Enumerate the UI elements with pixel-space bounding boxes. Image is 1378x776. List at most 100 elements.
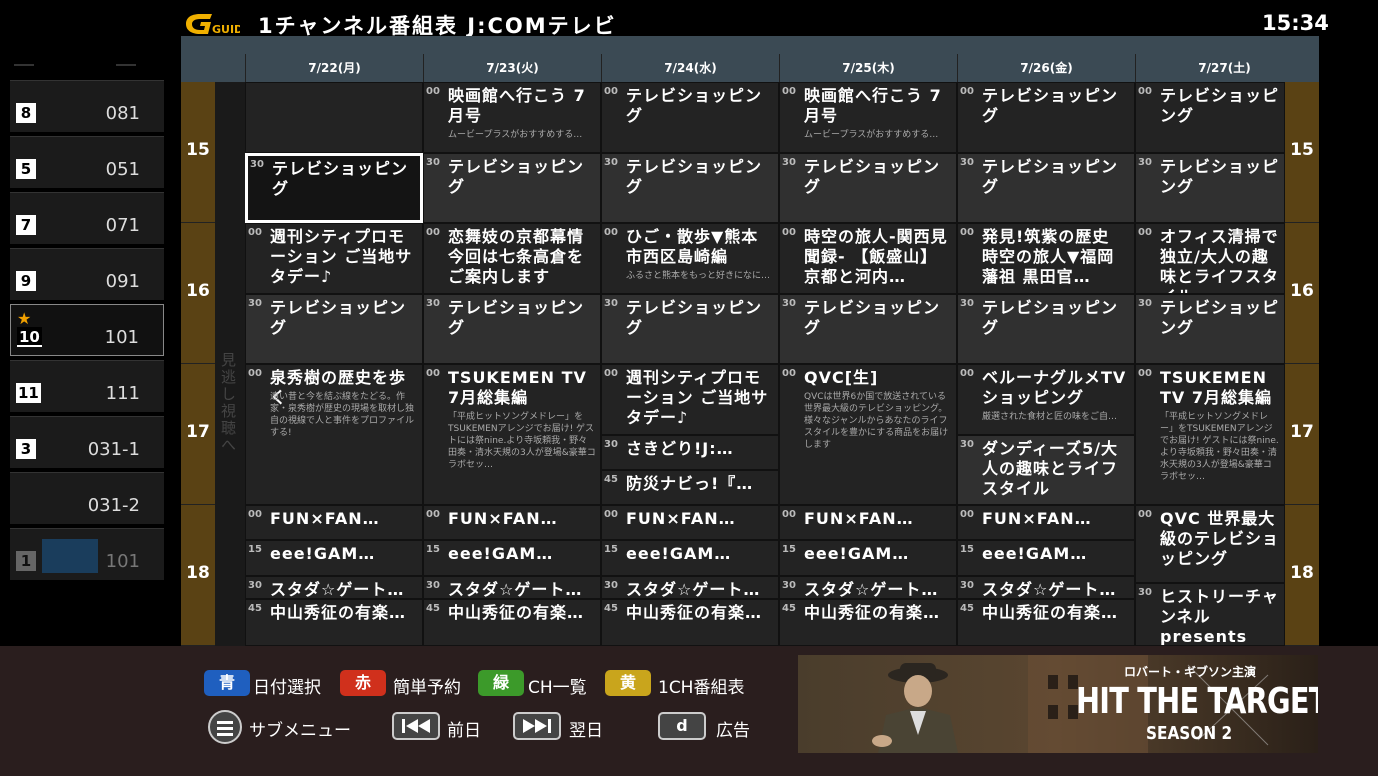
channel-row[interactable]: 11 111 (10, 360, 164, 412)
program-cell[interactable]: 30 テレビショッピング (245, 152, 423, 223)
program-cell[interactable]: 30 ヒストリーチャンネルpresents「古代の宇宙… (1135, 582, 1285, 646)
program-cell[interactable]: 00 TSUKEMEN TV 7月総集編 「平成ヒットソングメドレー」をTSUKEM… (423, 364, 601, 505)
program-cell[interactable]: 00 映画館へ行こう 7月号 ムービープラスがおすすめする… (779, 82, 957, 153)
program-cell[interactable]: 30 テレビショッピング (1135, 293, 1285, 364)
channel-row[interactable]: 1 101 (10, 528, 164, 580)
program-title: テレビショッピング (270, 297, 407, 337)
program-cell[interactable] (245, 82, 423, 153)
program-cell[interactable]: 00 恋舞妓の京都幕情 今回は七条高倉をご案内します (423, 223, 601, 294)
program-start-minute: 30 (782, 156, 796, 168)
program-start-minute: 15 (426, 544, 440, 556)
program-cell[interactable]: 45 中山秀征の有楽… (601, 599, 779, 646)
program-cell[interactable]: 30 スタダ☆ゲート… (601, 575, 779, 600)
program-cell[interactable]: 00 週刊シティプロモーション ご当地サタデー♪ (245, 223, 423, 294)
next-day-button[interactable] (513, 712, 561, 740)
date-header[interactable]: 7/27(土) (1135, 54, 1313, 82)
program-cell[interactable]: 45 中山秀征の有楽… (779, 599, 957, 646)
program-cell[interactable]: 00 テレビショッピング (957, 82, 1135, 153)
program-cell[interactable]: 30 ダンディーズ5/大人の趣味とライフスタイル (957, 434, 1135, 505)
program-description: ムービープラスがおすすめする… (804, 130, 939, 140)
program-start-minute: 00 (604, 227, 618, 238)
program-cell[interactable]: 30 スタダ☆ゲート… (779, 575, 957, 600)
program-cell[interactable]: 30 テレビショッピング (779, 152, 957, 223)
date-header[interactable]: 7/22(月) (245, 54, 423, 82)
color-key-button[interactable]: 赤 (340, 670, 386, 696)
program-start-minute: 30 (604, 156, 618, 168)
program-cell[interactable]: 45 中山秀征の有楽… (245, 599, 423, 646)
program-cell[interactable]: 30 テレビショッピング (245, 293, 423, 364)
program-cell[interactable]: 45 中山秀征の有楽… (423, 599, 601, 646)
program-cell[interactable]: 00 泉秀樹の歴史を歩く 遠い昔と今を結ぶ線をたどる。作家・泉秀樹が歴史の現場を取材… (245, 364, 423, 505)
program-cell[interactable]: 30 スタダ☆ゲート… (957, 575, 1135, 600)
channel-number: 111 (105, 383, 140, 404)
date-header[interactable]: 7/24(水) (601, 54, 779, 82)
program-cell[interactable]: 00 FUN×FAN… (601, 505, 779, 541)
channel-row[interactable]: 7 071 (10, 192, 164, 244)
program-cell[interactable]: 30 テレビショッピング (423, 152, 601, 223)
program-cell[interactable]: 30 テレビショッピング (779, 293, 957, 364)
program-cell[interactable]: 30 さきどり!J:… (601, 434, 779, 470)
program-cell[interactable]: 00 映画館へ行こう 7月号 ムービープラスがおすすめする… (423, 82, 601, 153)
d-button[interactable]: d (658, 712, 706, 740)
program-start-minute: 45 (248, 603, 262, 615)
color-key-button[interactable]: 黄 (605, 670, 651, 696)
date-header[interactable]: 7/23(火) (423, 54, 601, 82)
program-title: スタダ☆ゲート… (270, 579, 405, 599)
program-title: 発見!筑紫の歴史 時空の旅人▼福岡藩祖 黒田官… (982, 227, 1115, 286)
program-cell[interactable]: 00 ひご・散歩▼熊本市西区島崎編 ふるさと熊本をもっと好きになに… (601, 223, 779, 294)
channel-row[interactable]: 3 031-1 (10, 416, 164, 468)
program-start-minute: 00 (782, 227, 796, 238)
color-key-button[interactable]: 青 (204, 670, 250, 696)
program-cell[interactable]: 00 FUN×FAN… (779, 505, 957, 541)
channel-row[interactable]: 8 081 (10, 80, 164, 132)
program-cell[interactable]: 00 時空の旅人-関西見聞録- 【飯盛山】京都と河内… (779, 223, 957, 294)
program-cell[interactable]: 00 発見!筑紫の歴史 時空の旅人▼福岡藩祖 黒田官… (957, 223, 1135, 294)
channel-row[interactable]: 5 051 (10, 136, 164, 188)
channel-badge: 10 (17, 327, 42, 347)
ad-banner[interactable]: ロバート・ギブソン主演 HIT THE TARGET SEASON 2 (798, 655, 1318, 753)
program-start-minute: 00 (426, 227, 440, 238)
program-start-minute: 30 (604, 579, 618, 591)
program-cell[interactable]: 15 eee!GAM… (779, 540, 957, 576)
program-cell[interactable]: 15 eee!GAM… (423, 540, 601, 576)
prev-day-button[interactable] (392, 712, 440, 740)
channel-sidebar: 8 081 5 051 7 071 9 091 ★ 10 101 11 111 3 031-1 031-2 1 1… (0, 36, 172, 646)
program-cell[interactable]: 00 テレビショッピング (1135, 82, 1285, 153)
program-cell[interactable]: 30 スタダ☆ゲート… (423, 575, 601, 600)
program-cell[interactable]: 00 TSUKEMEN TV 7月総集編 「平成ヒットソングメドレー」をTSUKEM… (1135, 364, 1285, 505)
program-cell[interactable]: 15 eee!GAM… (957, 540, 1135, 576)
program-cell[interactable]: 45 防災ナビっ!『… (601, 469, 779, 505)
program-cell[interactable]: 30 スタダ☆ゲート… (245, 575, 423, 600)
program-cell[interactable]: 15 eee!GAM… (245, 540, 423, 576)
program-start-minute: 30 (604, 297, 618, 309)
program-cell[interactable]: 00 FUN×FAN… (957, 505, 1135, 541)
program-cell[interactable]: 00 ベルーナグルメTVショッピング 厳選された食材と匠の味をご自… (957, 364, 1135, 435)
program-cell[interactable]: 15 eee!GAM… (601, 540, 779, 576)
program-cell[interactable]: 30 テレビショッピング (423, 293, 601, 364)
channel-row[interactable]: ★ 10 101 (10, 304, 164, 356)
program-cell[interactable]: 30 テレビショッピング (1135, 152, 1285, 223)
missed-viewing-column[interactable]: 見逃し視聴へ (215, 82, 245, 646)
program-cell[interactable]: 30 テレビショッピング (601, 152, 779, 223)
date-header[interactable]: 7/26(金) (957, 54, 1135, 82)
program-cell[interactable]: 00 FUN×FAN… (245, 505, 423, 541)
program-cell[interactable]: 00 週刊シティプロモーション ご当地サタデー♪ (601, 364, 779, 435)
next-day-label: 翌日 (569, 721, 603, 741)
program-cell[interactable]: 00 テレビショッピング (601, 82, 779, 153)
channel-row[interactable]: 9 091 (10, 248, 164, 300)
program-cell[interactable]: 00 QVC 世界最大級のテレビショッピング (1135, 505, 1285, 583)
submenu-icon[interactable] (208, 710, 242, 744)
program-cell[interactable]: 00 FUN×FAN… (423, 505, 601, 541)
program-cell[interactable]: 30 テレビショッピング (957, 152, 1135, 223)
program-start-minute: 00 (782, 509, 796, 520)
date-header[interactable]: 7/25(木) (779, 54, 957, 82)
program-cell[interactable]: 45 中山秀征の有楽… (957, 599, 1135, 646)
channel-row[interactable]: 031-2 (10, 472, 164, 524)
program-cell[interactable]: 00 QVC[生] QVCは世界6か国で放送されている世界最大級のテレビショッピング… (779, 364, 957, 505)
program-cell[interactable]: 00 オフィス清掃で独立/大人の趣味とライフスタイル (1135, 223, 1285, 294)
color-key-button[interactable]: 緑 (478, 670, 524, 696)
program-start-minute: 00 (960, 368, 974, 379)
program-cell[interactable]: 30 テレビショッピング (957, 293, 1135, 364)
program-cell[interactable]: 30 テレビショッピング (601, 293, 779, 364)
program-title: 週刊シティプロモーション ご当地サタデー♪ (270, 227, 413, 286)
